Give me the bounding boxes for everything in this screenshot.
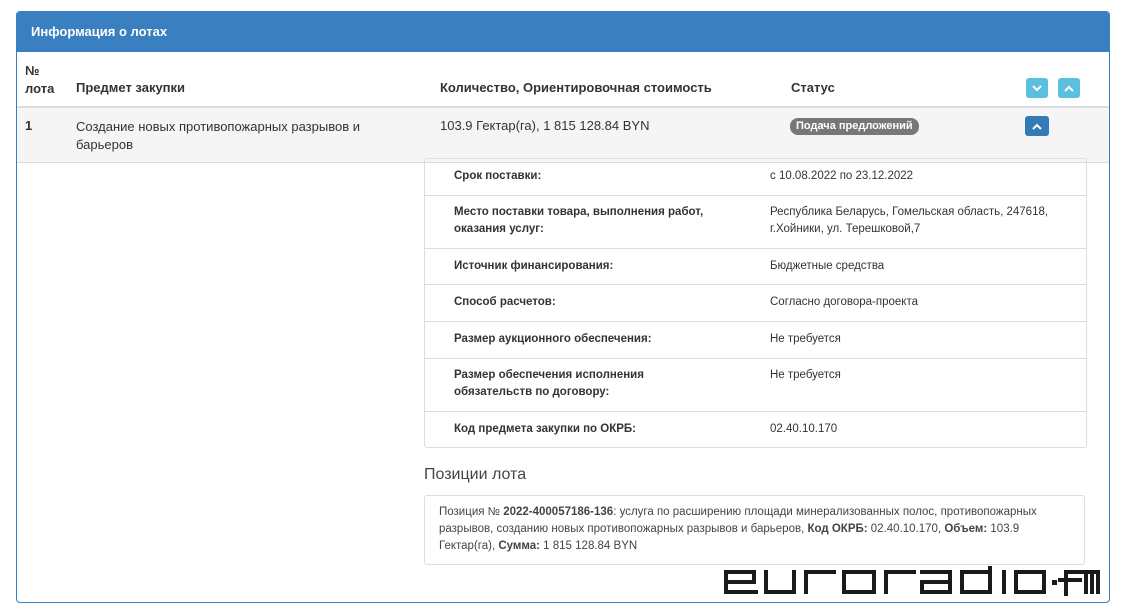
table-row[interactable]: 1 Создание новых противопожарных разрыво… [17,108,1109,163]
status-badge: Подача предложений [790,118,919,135]
detail-label: Размер обеспечения исполнения обязательс… [454,369,644,398]
detail-row: Место поставки товара, выполнения работ,… [425,195,1086,248]
expand-all-button[interactable] [1026,78,1048,98]
detail-value: Бюджетные средства [770,260,885,272]
panel-title: Информация о лотах [17,12,1109,52]
chevron-up-icon [1032,123,1042,130]
positions-title: Позиции лота [424,466,527,483]
detail-label: Код предмета закупки по ОКРБ: [454,423,637,435]
detail-value: 02.40.10.170 [770,423,838,435]
header-lot-number: № лота [25,63,55,96]
detail-value: с 10.08.2022 по 23.12.2022 [770,170,914,182]
detail-row: Срок поставки: с 10.08.2022 по 23.12.202… [425,159,1086,195]
chevron-up-icon [1064,85,1074,92]
lot-subject: Создание новых противопожарных разрывов … [76,119,360,152]
lot-positions: Позиция № 2022-400057186-136: услуга по … [424,495,1085,565]
detail-value: Согласно договора-проекта [770,296,918,308]
collapse-lot-button[interactable] [1025,116,1049,136]
header-subject: Предмет закупки [76,80,186,95]
detail-label: Срок поставки: [454,170,542,182]
detail-label: Источник финансирования: [454,260,614,272]
detail-label: Способ расчетов: [454,296,556,308]
table-header: № лота Предмет закупки Количество, Ориен… [17,52,1109,108]
lot-details: Срок поставки: с 10.08.2022 по 23.12.202… [424,158,1087,448]
euroradio-logo [724,566,1100,596]
header-quantity: Количество, Ориентировочная стоимость [440,80,712,95]
detail-value: Не требуется [770,333,841,345]
detail-value: Не требуется [770,369,841,381]
detail-label: Размер аукционного обеспечения: [454,333,652,345]
chevron-down-icon [1032,84,1042,91]
detail-label: Место поставки товара, выполнения работ,… [454,206,704,235]
lot-number: 1 [25,118,33,133]
lot-quantity: 103.9 Гектар(га), 1 815 128.84 BYN [440,118,650,133]
detail-value: Республика Беларусь, Гомельская область,… [770,206,1049,235]
detail-row: Код предмета закупки по ОКРБ: 02.40.10.1… [425,411,1086,447]
collapse-all-button[interactable] [1058,78,1080,98]
detail-row: Источник финансирования: Бюджетные средс… [425,248,1086,284]
detail-row: Размер обеспечения исполнения обязательс… [425,358,1086,411]
position-number: 2022-400057186-136 [503,506,614,518]
detail-row: Размер аукционного обеспечения: Не требу… [425,321,1086,358]
detail-row: Способ расчетов: Согласно договора-проек… [425,284,1086,321]
header-status: Статус [791,80,835,95]
